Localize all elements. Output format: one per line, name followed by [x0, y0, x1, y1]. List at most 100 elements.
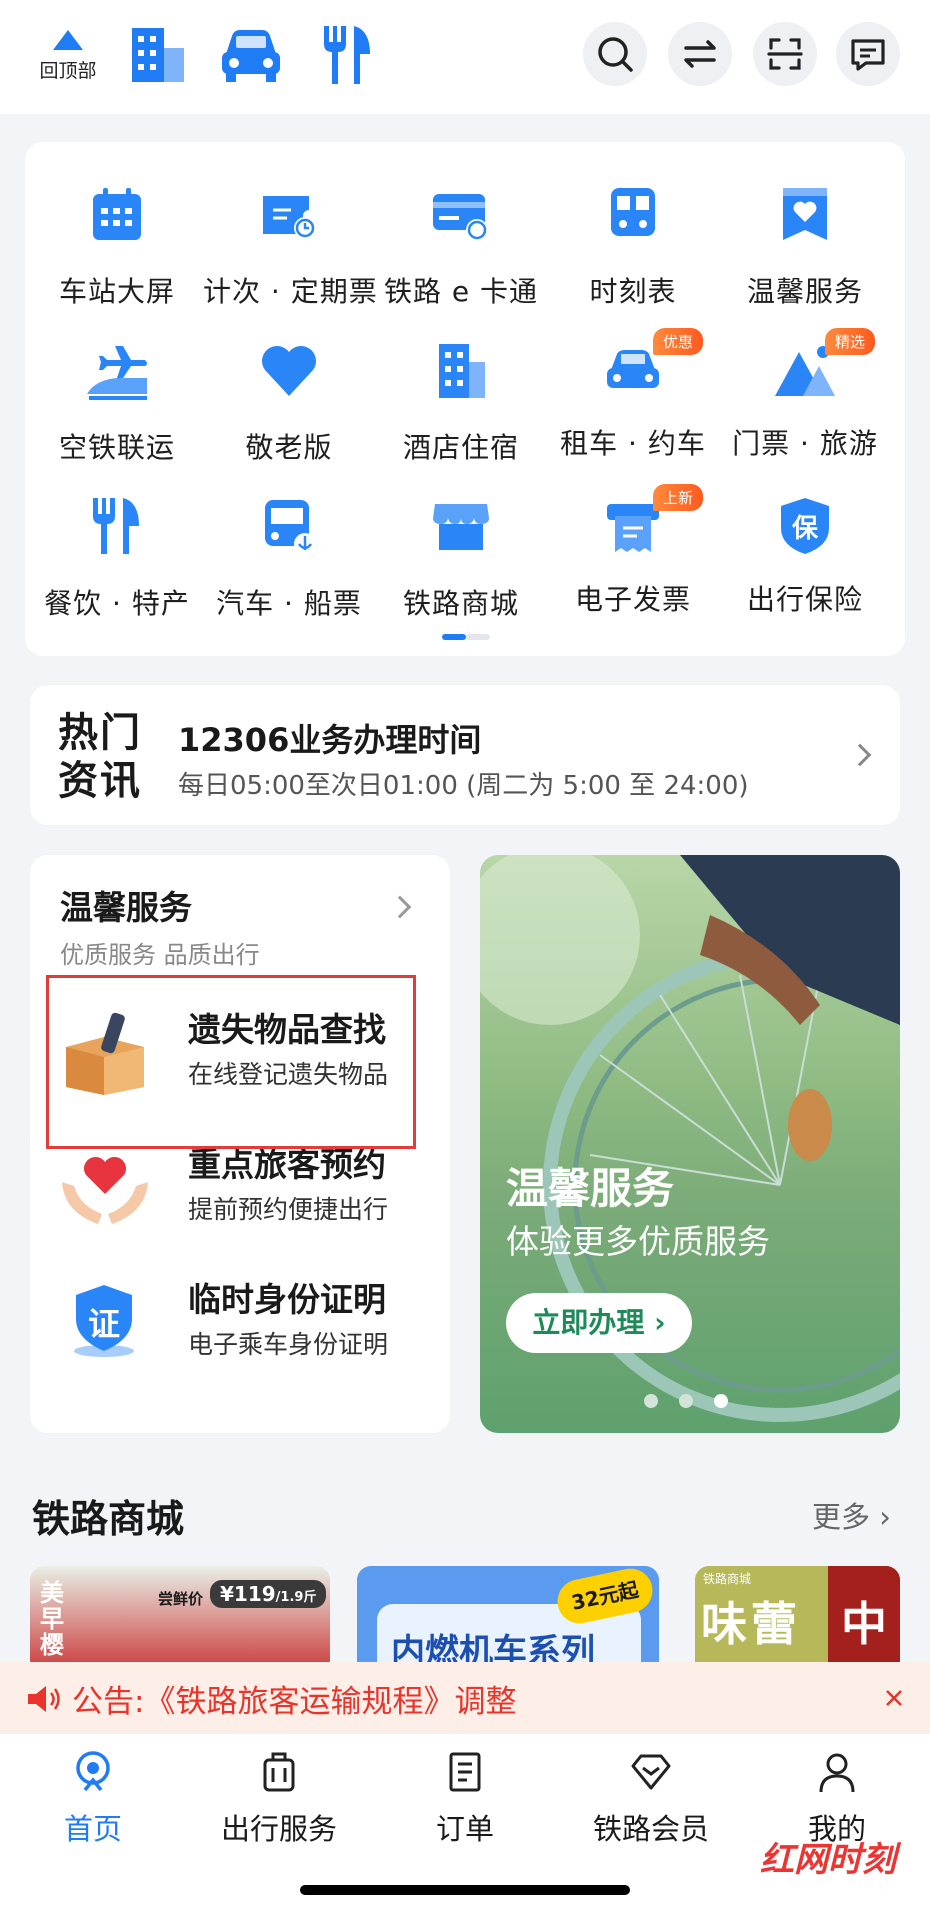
- dining-icon[interactable]: [320, 24, 376, 86]
- price: ¥119: [220, 1582, 276, 1606]
- grid-item-railcard[interactable]: 铁路 e 卡通: [375, 182, 547, 310]
- temporary-id-proof[interactable]: 证 临时身份证明 电子乘车身份证明: [58, 1255, 438, 1385]
- apply-now-button[interactable]: 立即办理 ›: [506, 1293, 692, 1353]
- luggage-icon: [263, 1752, 295, 1792]
- grid-item-warm-service[interactable]: 温馨服务: [719, 182, 891, 310]
- ticket-clock-icon: [263, 196, 316, 239]
- insurance-shield-icon: 保: [773, 494, 837, 558]
- mall-title: 铁路商城: [32, 1497, 185, 1541]
- product-tag: 中: [828, 1566, 900, 1666]
- tab-label: 出行服务: [220, 1812, 337, 1846]
- news-title: 12306业务办理时间: [178, 721, 482, 759]
- price-badge: 32元起: [553, 1566, 657, 1628]
- chevron-right-icon: [848, 743, 872, 767]
- product-name: 内燃机车系列: [391, 1632, 595, 1666]
- hotel-icon[interactable]: [128, 24, 188, 84]
- notice-bar[interactable]: 公告:《铁路旅客运输规程》调整: [0, 1662, 930, 1734]
- more-link[interactable]: 更多 ›: [812, 1494, 891, 1536]
- heart-icon: [262, 346, 316, 396]
- banner-desc: 体验更多优质服务: [506, 1222, 770, 1261]
- service-desc: 电子乘车身份证明: [188, 1330, 389, 1359]
- store-icon: [433, 504, 489, 550]
- highlight-box: [46, 975, 416, 1149]
- banner-dots: [644, 1393, 749, 1412]
- grid-item-label: 时刻表: [589, 275, 677, 308]
- grid-item-hotel[interactable]: 酒店住宿: [375, 338, 547, 466]
- warm-service-banner[interactable]: 温馨服务 体验更多优质服务 立即办理 ›: [480, 855, 900, 1433]
- more-label: 更多: [812, 1500, 871, 1534]
- product-name: 味蕾: [701, 1597, 801, 1651]
- bus-icon: [265, 500, 316, 555]
- mall-card-diesel-locomotive[interactable]: 内燃机车系列 32元起: [357, 1566, 659, 1666]
- insurance-char: 保: [791, 514, 818, 544]
- hotel-icon: [439, 344, 485, 398]
- grid-item-timetable[interactable]: 时刻表: [547, 182, 719, 310]
- order-icon: [449, 1752, 481, 1792]
- notice-text: 公告:《铁路旅客运输规程》调整: [72, 1684, 517, 1720]
- grid-item-elderly[interactable]: 敬老版: [203, 338, 375, 466]
- chevron-right-icon[interactable]: [388, 895, 412, 919]
- id-certificate-icon: 证: [64, 1281, 144, 1361]
- hot-news-tag-line1: 热门: [58, 710, 142, 756]
- grid-item-label: 酒店住宿: [402, 431, 519, 464]
- grid-item-tickets-travel[interactable]: 精选 门票 · 旅游: [719, 328, 891, 462]
- tab-orders[interactable]: 订单: [372, 1734, 558, 1848]
- grid-item-label: 敬老版: [245, 431, 333, 464]
- grid-item-station-screen[interactable]: 车站大屏: [31, 182, 203, 310]
- price-label: 尝鲜价: [158, 1590, 204, 1608]
- calendar-icon: [93, 188, 141, 240]
- promo-badge: 优惠: [653, 328, 704, 355]
- back-to-top-button[interactable]: 回顶部: [28, 30, 108, 83]
- car-icon[interactable]: [218, 24, 284, 84]
- back-to-top-label: 回顶部: [39, 60, 97, 82]
- apply-now-label: 立即办理: [532, 1306, 645, 1339]
- grid-item-air-rail[interactable]: 空铁联运: [31, 338, 203, 466]
- grid-item-label: 铁路商城: [402, 587, 519, 620]
- tab-mine[interactable]: 我的: [744, 1734, 930, 1848]
- message-button[interactable]: [836, 22, 900, 86]
- tab-label: 铁路会员: [592, 1812, 709, 1846]
- grid-item-dining[interactable]: 餐饮 · 特产: [31, 494, 203, 622]
- grid-item-insurance[interactable]: 保 出行保险: [719, 494, 891, 618]
- dining-icon: [93, 498, 139, 554]
- product-name: 美早樱: [40, 1579, 64, 1659]
- care-heart-icon: [62, 1156, 148, 1224]
- grid-item-bus-ship[interactable]: 汽车 · 船票: [203, 494, 375, 622]
- new-badge: 上新: [653, 484, 704, 511]
- grid-item-rail-mall[interactable]: 铁路商城: [375, 494, 547, 622]
- mall-card-taste[interactable]: 铁路商城 味蕾 中: [695, 1566, 900, 1666]
- home-icon: [76, 1751, 110, 1792]
- grid-page-indicator: [442, 634, 490, 640]
- grid-item-label: 餐饮 · 特产: [44, 587, 190, 620]
- search-button[interactable]: [583, 22, 647, 86]
- warm-service-title[interactable]: 温馨服务: [60, 881, 192, 929]
- brand-label: 铁路商城: [703, 1572, 752, 1586]
- tab-travel-service[interactable]: 出行服务: [186, 1734, 372, 1848]
- train-icon: [611, 188, 655, 236]
- up-arrow-icon: [53, 30, 83, 50]
- grid-item-pass-ticket[interactable]: 计次 · 定期票: [203, 182, 377, 310]
- user-icon: [819, 1753, 855, 1793]
- grid-item-car-rental[interactable]: 优惠 租车 · 约车: [547, 328, 719, 462]
- grid-item-label: 汽车 · 船票: [216, 587, 362, 620]
- service-grid: 车站大屏 计次 · 定期票 铁路 e 卡通 时刻表 温馨服务 空铁联运 敬老版 …: [25, 142, 905, 656]
- grid-item-e-invoice[interactable]: 上新 电子发票: [547, 484, 719, 618]
- close-icon[interactable]: [884, 1688, 904, 1708]
- home-indicator[interactable]: [300, 1885, 630, 1895]
- heart-bookmark-icon: [783, 188, 827, 240]
- grid-item-label: 门票 · 旅游: [732, 427, 878, 460]
- swap-button[interactable]: [668, 22, 732, 86]
- tab-home[interactable]: 首页: [0, 1734, 186, 1848]
- watermark-logo: 红网时刻: [760, 1840, 896, 1880]
- swap-icon: [684, 40, 716, 68]
- grid-item-label: 温馨服务: [746, 275, 863, 308]
- service-desc: 提前预约便捷出行: [188, 1195, 389, 1224]
- scan-button[interactable]: [753, 22, 817, 86]
- message-icon: [851, 39, 885, 71]
- tab-rail-member[interactable]: 铁路会员: [558, 1734, 744, 1848]
- top-bar: 回顶部: [0, 0, 930, 114]
- mall-card-cherry[interactable]: 美早樱 尝鲜价 ¥119/1.9斤: [30, 1566, 330, 1666]
- hot-news-card[interactable]: 热门 资讯 12306业务办理时间 每日05:00至次日01:00 (周二为 5…: [30, 685, 900, 825]
- plane-train-icon: [87, 346, 147, 400]
- grid-item-label: 车站大屏: [58, 275, 175, 308]
